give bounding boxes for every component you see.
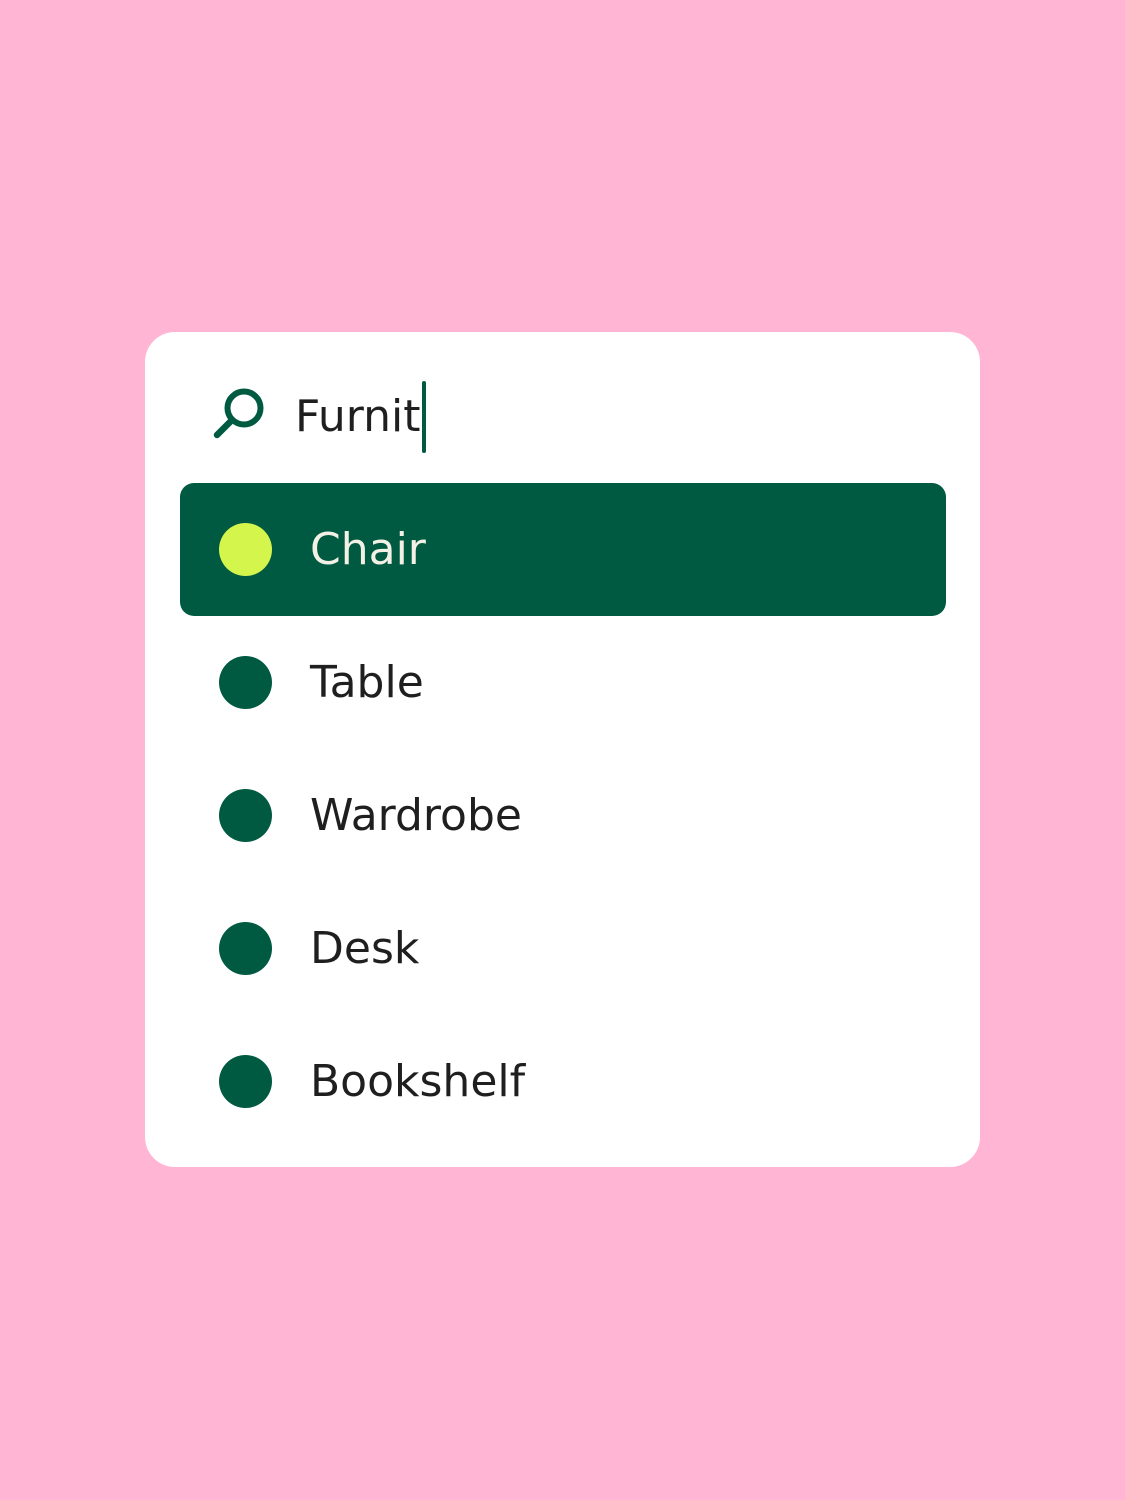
dot-icon <box>219 656 272 709</box>
text-caret <box>422 381 427 453</box>
search-input[interactable]: Furnit <box>295 381 427 453</box>
list-item-table[interactable]: Table <box>180 616 946 749</box>
dot-icon <box>219 523 272 576</box>
list-item-label: Desk <box>310 923 420 974</box>
list-item-label: Table <box>310 657 424 708</box>
list-item-bookshelf[interactable]: Bookshelf <box>180 1015 946 1148</box>
list-item-wardrobe[interactable]: Wardrobe <box>180 749 946 882</box>
list-item-label: Wardrobe <box>310 790 522 841</box>
list-item-label: Chair <box>310 524 426 575</box>
dot-icon <box>219 1055 272 1108</box>
dot-icon <box>219 922 272 975</box>
list-item-label: Bookshelf <box>310 1056 526 1107</box>
search-dropdown-card: Furnit Chair Table Wardrobe Desk Bookshe… <box>145 332 980 1167</box>
dot-icon <box>219 789 272 842</box>
list-item-chair[interactable]: Chair <box>180 483 946 616</box>
search-input-value: Furnit <box>295 391 421 442</box>
search-bar[interactable]: Furnit <box>145 332 980 482</box>
list-item-desk[interactable]: Desk <box>180 882 946 1015</box>
results-list: Chair Table Wardrobe Desk Bookshelf <box>180 483 946 1148</box>
search-icon <box>209 384 269 444</box>
